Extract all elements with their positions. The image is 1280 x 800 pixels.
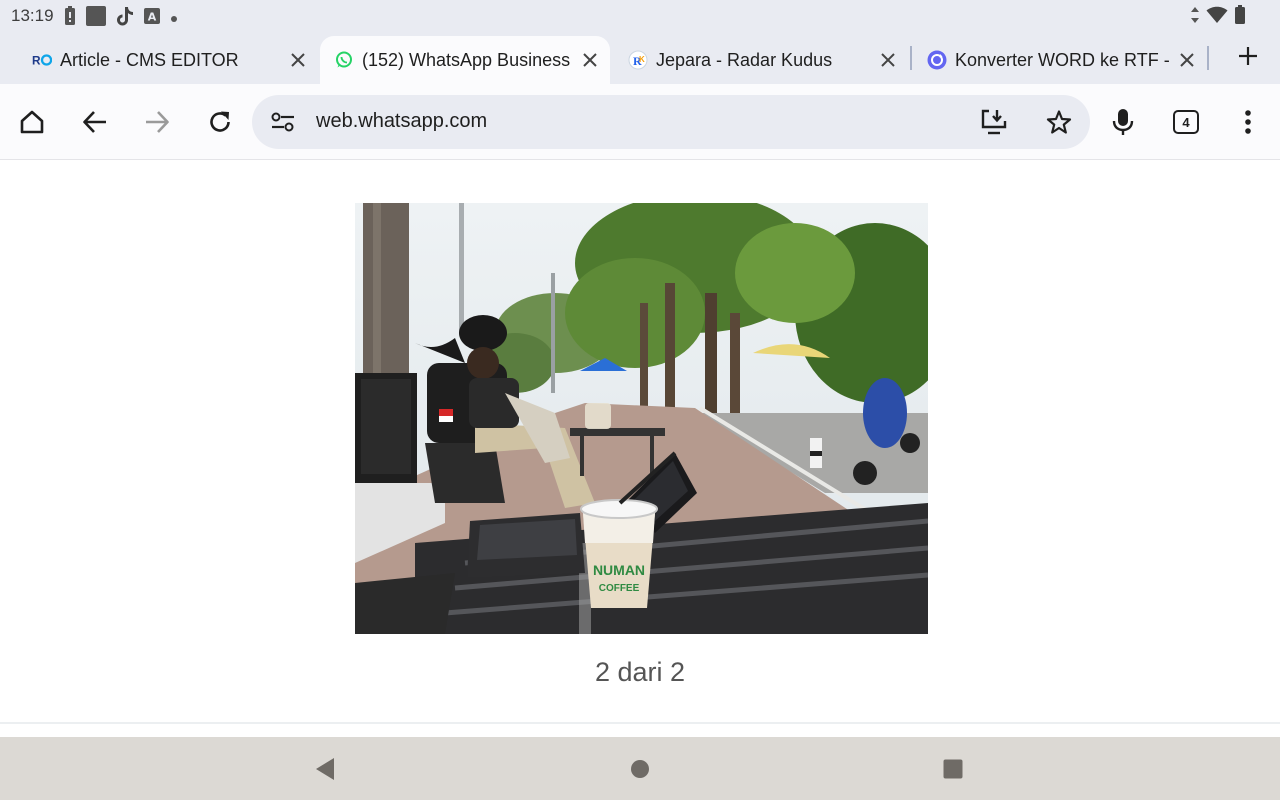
microphone-icon	[1112, 109, 1134, 135]
reload-button[interactable]	[200, 102, 240, 142]
cafe-scene-image: NUMAN COFFEE	[355, 203, 928, 634]
new-tab-button[interactable]	[1236, 44, 1260, 68]
arrow-left-icon	[83, 111, 106, 133]
close-tab-icon[interactable]	[876, 48, 900, 72]
data-arrows-icon	[1190, 6, 1200, 29]
svg-text:NUMAN: NUMAN	[593, 562, 645, 578]
system-status-icons	[1190, 5, 1246, 30]
tab-title: Article - CMS EDITOR	[60, 49, 239, 70]
dot-icon	[170, 10, 178, 28]
arrow-right-icon	[146, 111, 169, 133]
converter-icon	[927, 50, 947, 70]
ro-logo-icon: R	[32, 50, 52, 70]
status-bar: 13:19 A	[0, 0, 1280, 32]
bookmark-star-icon[interactable]	[1046, 109, 1072, 140]
omnibox[interactable]: web.whatsapp.com	[252, 95, 1090, 149]
close-tab-icon[interactable]	[286, 48, 310, 72]
vertical-dots-icon	[1245, 110, 1251, 134]
close-tab-icon[interactable]	[578, 48, 602, 72]
reload-icon	[210, 111, 230, 132]
tiktok-icon	[116, 6, 134, 31]
home-button[interactable]	[12, 102, 52, 142]
url-text[interactable]: web.whatsapp.com	[316, 110, 487, 133]
forward-button[interactable]	[137, 102, 177, 142]
back-button[interactable]	[75, 102, 115, 142]
content-divider	[0, 722, 1280, 724]
close-tab-icon[interactable]	[1175, 48, 1199, 72]
tab-switcher-button[interactable]: 4	[1166, 102, 1206, 142]
status-time: 13:19	[11, 6, 54, 25]
viewer-photo[interactable]: NUMAN COFFEE	[355, 203, 928, 634]
whatsapp-icon	[334, 50, 354, 70]
tab-title: (152) WhatsApp Business	[362, 49, 571, 70]
tab-separator	[1207, 46, 1209, 70]
nav-back-button[interactable]	[311, 755, 339, 783]
svg-text:A: A	[148, 11, 157, 24]
nav-recents-button[interactable]	[939, 755, 967, 783]
image-counter: 2 dari 2	[594, 657, 686, 687]
install-app-icon[interactable]	[980, 108, 1008, 141]
svg-text:K: K	[639, 55, 645, 64]
square-notification-icon	[86, 6, 106, 31]
system-navigation-bar	[0, 737, 1280, 800]
keyboard-a-icon: A	[144, 8, 160, 29]
tab-radar-kudus[interactable]: RK Jepara - Radar Kudus	[628, 36, 900, 84]
tab-title: Konverter WORD ke RTF -	[955, 49, 1169, 70]
circle-home-icon	[631, 760, 649, 778]
triangle-back-icon	[316, 758, 334, 780]
home-icon	[20, 110, 44, 134]
tab-konverter-word[interactable]: Konverter WORD ke RTF -	[927, 36, 1199, 84]
svg-text:R: R	[32, 54, 41, 67]
square-recents-icon	[943, 759, 963, 779]
notification-icons: A	[64, 6, 178, 31]
tab-count: 4	[1173, 110, 1199, 134]
site-settings-icon[interactable]	[270, 110, 296, 134]
battery-icon	[1234, 5, 1246, 30]
battery-saver-icon	[64, 6, 76, 31]
browser-toolbar: web.whatsapp.com 4	[0, 84, 1280, 160]
more-menu-button[interactable]	[1228, 102, 1268, 142]
radar-kudus-icon: RK	[628, 50, 648, 70]
media-viewer: NUMAN COFFEE 2 dari 2	[0, 160, 1280, 737]
tab-whatsapp-business[interactable]: (152) WhatsApp Business	[320, 36, 610, 84]
svg-text:COFFEE: COFFEE	[599, 583, 640, 594]
tab-strip: R Article - CMS EDITOR (152) WhatsApp Bu…	[0, 32, 1280, 84]
tab-title: Jepara - Radar Kudus	[656, 49, 833, 70]
wifi-icon	[1206, 6, 1228, 29]
voice-search-button[interactable]	[1103, 102, 1143, 142]
tab-article-cms[interactable]: R Article - CMS EDITOR	[32, 36, 310, 84]
nav-home-button[interactable]	[626, 755, 654, 783]
plus-icon	[1239, 47, 1257, 65]
tab-separator	[910, 46, 912, 70]
